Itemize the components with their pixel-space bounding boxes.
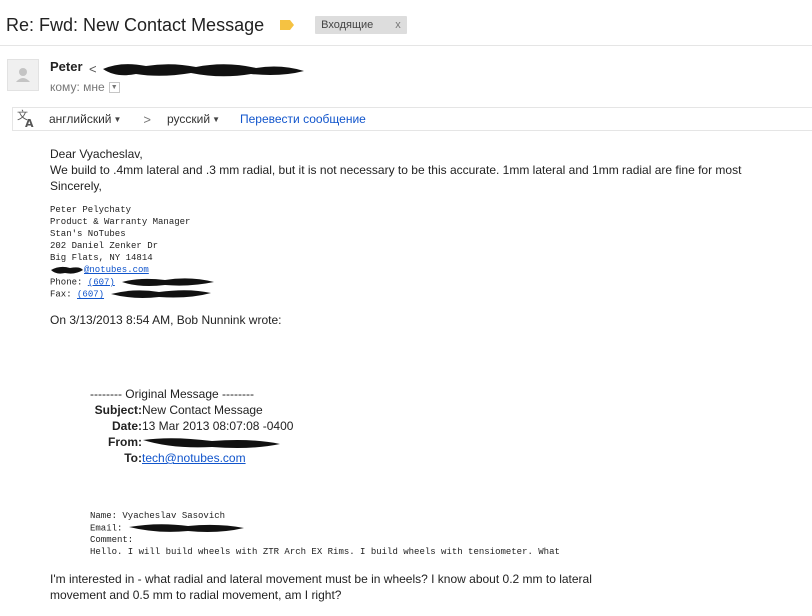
person-icon — [16, 68, 30, 82]
redacted-phone-mark — [122, 278, 215, 286]
label-tag-icon[interactable] — [280, 20, 295, 30]
inbox-label-chip[interactable]: Входящие x — [315, 16, 407, 34]
body-greeting: Dear Vyacheslav, — [50, 147, 143, 161]
sender-email: < — [89, 59, 306, 81]
form-comment-label: Comment: — [90, 535, 134, 546]
translate-message-link[interactable]: Перевести сообщение — [240, 112, 366, 126]
signature-line: 202 Daniel Zenker Dr — [50, 241, 159, 251]
target-language-select[interactable]: русский ▼ — [167, 112, 220, 126]
translate-bar: 文 A английский ▼ > русский ▼ Перевести с… — [12, 107, 812, 131]
orig-date-row: Date: 13 Mar 2013 08:07:08 -0400 — [90, 419, 293, 433]
signature-fax-line: Fax: (607) — [50, 288, 216, 300]
orig-date-value: 13 Mar 2013 08:07:08 -0400 — [142, 419, 294, 433]
original-message-separator: -------- Original Message -------- — [90, 387, 254, 401]
header-divider — [0, 45, 812, 46]
redacted-email-user-mark — [51, 266, 83, 274]
question-line: movement and 0.5 mm to radial movement, … — [50, 588, 342, 602]
source-language-select[interactable]: английский ▼ — [49, 112, 121, 126]
form-email-line: Email: — [90, 522, 560, 534]
inbox-label-text: Входящие — [321, 19, 374, 31]
form-name-line: Name: Vyacheslav Sasovich — [90, 511, 226, 521]
phone-link[interactable]: (607) — [88, 277, 115, 287]
fax-label: Fax: — [50, 289, 72, 300]
remove-label-button[interactable]: x — [395, 16, 401, 34]
fax-link[interactable]: (607) — [77, 290, 104, 300]
question-line: I'm interested in - what radial and late… — [50, 572, 592, 586]
orig-from-value — [142, 435, 282, 450]
email-subject: Re: Fwd: New Contact Message — [6, 14, 265, 35]
orig-date-key: Date: — [111, 419, 142, 433]
translate-icon: 文 A — [15, 108, 39, 130]
signature-phone-line: Phone: (607) — [50, 276, 216, 288]
redacted-form-email-mark — [128, 524, 244, 532]
svg-text:A: A — [25, 117, 34, 129]
signature-line: Product & Warranty Manager — [50, 217, 191, 227]
recipient-label: кому: мне — [50, 80, 105, 94]
caret-down-icon: ▼ — [113, 114, 122, 124]
subject-row: Re: Fwd: New Contact Message Входящие x — [6, 13, 407, 37]
phone-label: Phone: — [50, 277, 83, 288]
recipient-line: кому: мне ▼ — [50, 80, 120, 94]
quote-intro: On 3/13/2013 8:54 AM, Bob Nunnink wrote: — [50, 313, 282, 327]
signature-email-link[interactable]: @notubes.com — [84, 265, 149, 275]
orig-subject-value: New Contact Message — [142, 403, 263, 417]
avatar[interactable] — [7, 59, 39, 91]
signature-email-line: @notubes.com — [50, 264, 216, 276]
orig-from-row: From: — [90, 435, 282, 450]
redacted-fax-mark — [111, 290, 212, 299]
orig-subject-key: Subject: — [94, 403, 142, 417]
body-closing: Sincerely, — [50, 179, 102, 193]
signature-line: Stan's NoTubes — [50, 229, 126, 239]
body-line: We build to .4mm lateral and .3 mm radia… — [50, 163, 742, 177]
signature-line: Peter Pelychaty — [50, 205, 132, 215]
form-email-label: Email: — [90, 523, 123, 534]
orig-to-key: To: — [124, 451, 142, 465]
orig-from-key: From: — [108, 435, 142, 449]
contact-form-block: Name: Vyacheslav Sasovich Email: Comment… — [90, 510, 560, 558]
sender-name[interactable]: Peter — [50, 59, 83, 74]
arrow-right-icon: > — [143, 111, 151, 127]
caret-down-icon: ▼ — [212, 114, 220, 124]
form-comment-text: Hello. I will build wheels with ZTR Arch… — [90, 547, 560, 558]
signature-block: Peter Pelychaty Product & Warranty Manag… — [50, 204, 216, 301]
target-language-label: русский — [167, 112, 211, 126]
sender-email-bracket: < — [89, 61, 97, 77]
redacted-email-mark — [103, 64, 305, 77]
orig-to-link[interactable]: tech@notubes.com — [142, 451, 246, 465]
source-language-label: английский — [49, 112, 112, 126]
orig-subject-row: Subject: New Contact Message — [90, 403, 263, 417]
signature-line: Big Flats, NY 14814 — [50, 253, 153, 263]
details-dropdown-button[interactable]: ▼ — [108, 81, 120, 93]
redacted-from-mark — [143, 438, 280, 448]
orig-to-row: To: tech@notubes.com — [90, 451, 246, 465]
